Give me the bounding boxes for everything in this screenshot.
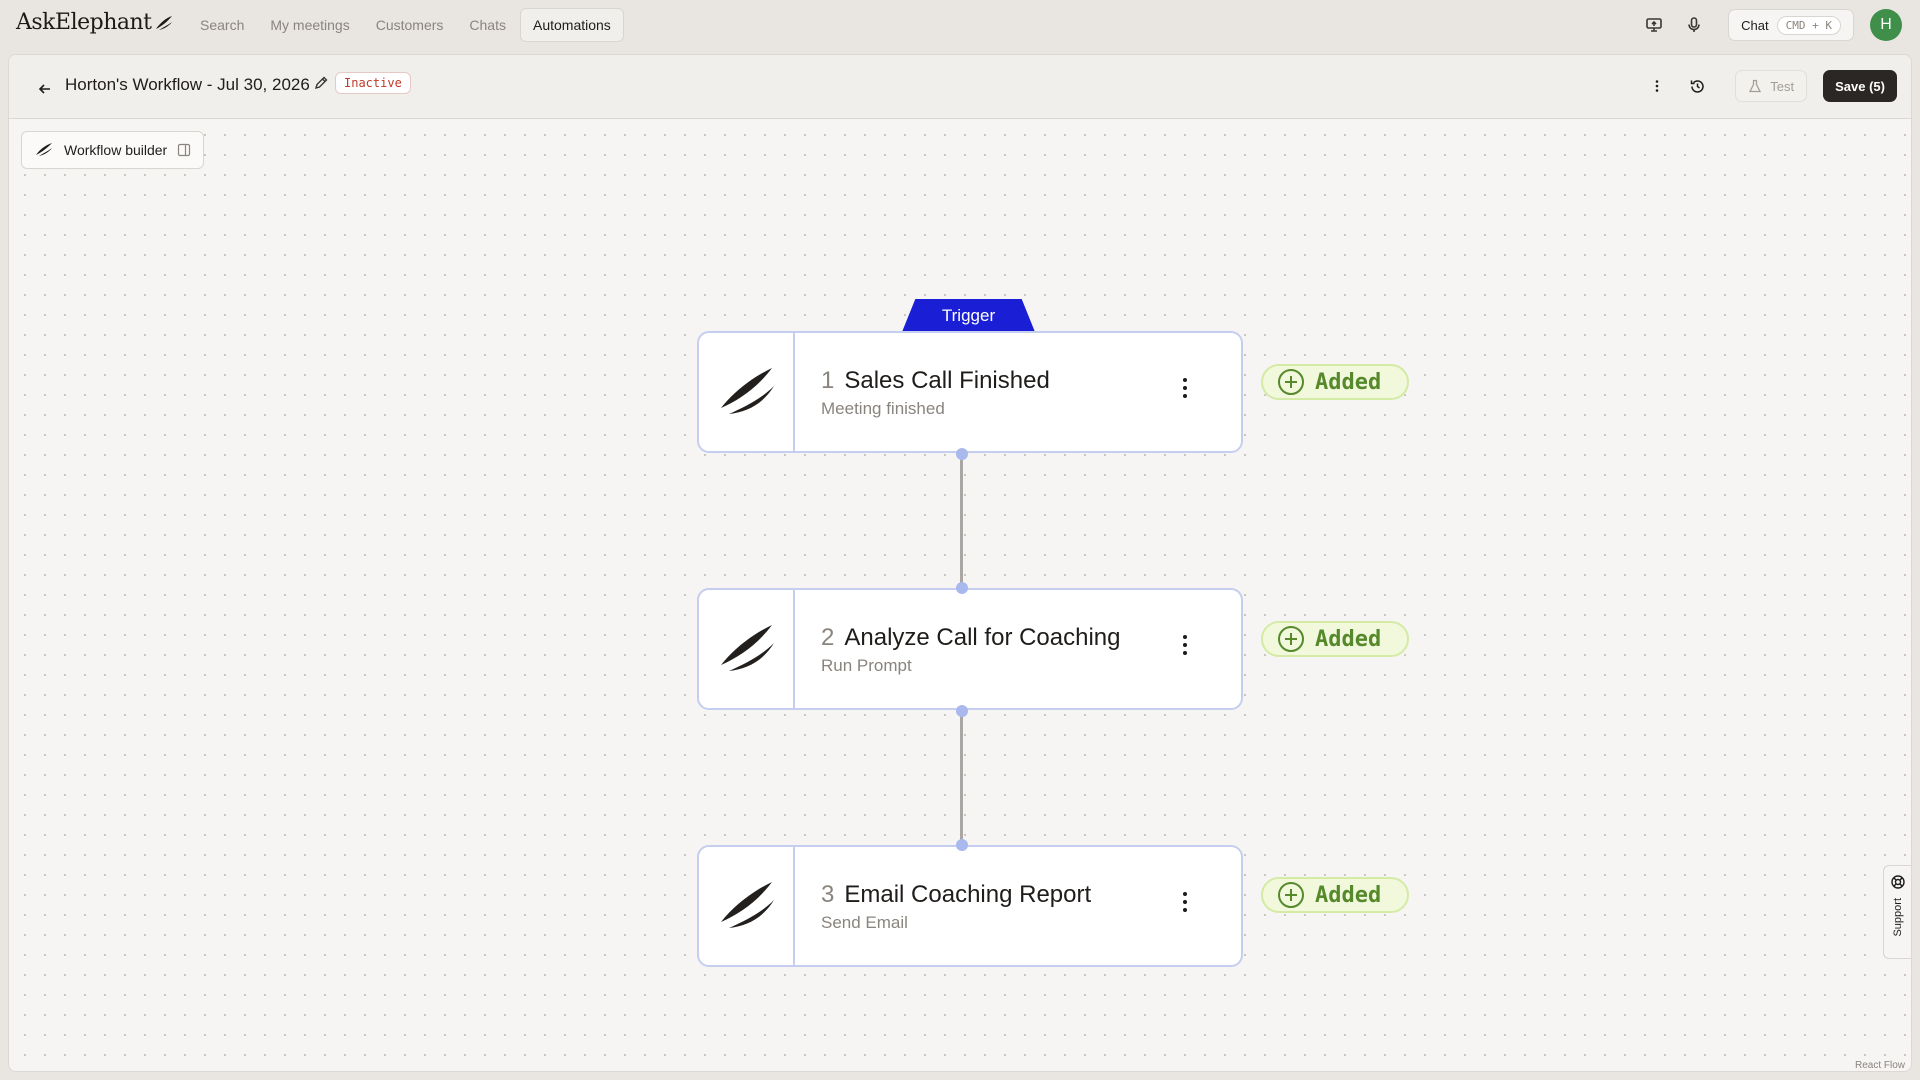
edge-2-3	[960, 711, 963, 844]
more-vertical-icon[interactable]	[1641, 70, 1673, 102]
node-2-title-text: Analyze Call for Coaching	[844, 624, 1121, 651]
nav-my-meetings[interactable]: My meetings	[258, 8, 361, 42]
node-3-more-icon[interactable]	[1173, 887, 1197, 917]
user-avatar[interactable]: H	[1870, 9, 1902, 41]
node-3-input-handle[interactable]	[955, 839, 968, 851]
node-1-title-text: Sales Call Finished	[844, 367, 1050, 394]
plus-circle-icon	[1278, 626, 1304, 652]
node-1-body: 1 Sales Call Finished Meeting finished	[795, 333, 1241, 451]
edit-pencil-icon[interactable]	[313, 75, 329, 96]
workflow-node-2[interactable]: 2 Analyze Call for Coaching Run Prompt	[697, 588, 1243, 710]
node-2-more-icon[interactable]	[1173, 630, 1197, 660]
workflow-node-1[interactable]: 1 Sales Call Finished Meeting finished	[697, 331, 1243, 453]
top-navigation: AskElephant Search My meetings Customers…	[0, 0, 1920, 50]
chat-button[interactable]: Chat CMD + K	[1728, 9, 1854, 41]
chat-shortcut: CMD + K	[1776, 15, 1841, 35]
workflow-panel: Horton's Workflow - Jul 30, 2026 Inactiv…	[8, 54, 1912, 1072]
node-1-more-icon[interactable]	[1173, 373, 1197, 403]
nav-chats[interactable]: Chats	[457, 8, 518, 42]
plus-circle-icon	[1278, 369, 1304, 395]
workflow-builder-label: Workflow builder	[64, 142, 168, 158]
node-3-added-badge: Added	[1261, 877, 1409, 913]
node-2-number: 2	[821, 624, 835, 651]
nav-automations[interactable]: Automations	[519, 8, 624, 42]
workflow-header: Horton's Workflow - Jul 30, 2026 Inactiv…	[9, 55, 1911, 119]
support-tab[interactable]: Support	[1883, 865, 1911, 959]
elephant-tusk-icon	[36, 143, 52, 156]
elephant-tusk-icon	[721, 882, 774, 928]
node-1-number: 1	[821, 367, 835, 394]
workflow-actions: Test Save (5)	[1641, 70, 1897, 102]
back-arrow-icon[interactable]	[29, 73, 61, 105]
node-2-body: 2 Analyze Call for Coaching Run Prompt	[795, 590, 1241, 708]
node-3-icon	[699, 847, 795, 965]
flask-icon	[1749, 79, 1762, 93]
top-right-actions: Chat CMD + K H	[1638, 0, 1920, 50]
node-2-added-label: Added	[1315, 626, 1382, 652]
workflow-canvas[interactable]: Workflow builder Trigger 1 Sales Call Fin…	[9, 119, 1911, 1071]
save-button[interactable]: Save (5)	[1823, 70, 1897, 102]
trigger-tab: Trigger	[902, 299, 1035, 332]
node-1-added-label: Added	[1315, 369, 1382, 395]
support-lifebuoy-icon	[1890, 875, 1905, 889]
node-3-added-label: Added	[1315, 882, 1382, 908]
react-flow-attribution[interactable]: React Flow	[1855, 1060, 1905, 1071]
test-button[interactable]: Test	[1735, 70, 1808, 102]
nav-search[interactable]: Search	[188, 8, 256, 42]
workflow-node-3[interactable]: 3 Email Coaching Report Send Email	[697, 845, 1243, 967]
node-3-body: 3 Email Coaching Report Send Email	[795, 847, 1241, 965]
workflow-builder-toggle[interactable]: Workflow builder	[21, 131, 205, 169]
sidebar-panel-icon	[178, 143, 191, 157]
node-2-output-handle[interactable]	[955, 705, 968, 717]
elephant-tusk-icon	[721, 368, 774, 414]
node-2-added-badge: Added	[1261, 621, 1409, 657]
nav-customers[interactable]: Customers	[364, 8, 456, 42]
node-1-output-handle[interactable]	[955, 448, 968, 460]
screen-share-icon[interactable]	[1638, 9, 1670, 41]
microphone-icon[interactable]	[1678, 9, 1710, 41]
test-label: Test	[1770, 78, 1795, 94]
app-logo[interactable]: AskElephant	[16, 10, 174, 35]
node-3-number: 3	[821, 881, 835, 908]
node-1-icon	[699, 333, 795, 451]
plus-circle-icon	[1278, 882, 1304, 908]
chat-label: Chat	[1741, 17, 1769, 33]
node-1-added-badge: Added	[1261, 364, 1409, 400]
node-3-title-text: Email Coaching Report	[844, 881, 1092, 908]
node-2-input-handle[interactable]	[955, 582, 968, 594]
support-label: Support	[1891, 898, 1904, 937]
elephant-tusk-icon	[155, 15, 172, 30]
edge-1-2	[960, 454, 963, 589]
node-2-icon	[699, 590, 795, 708]
status-badge: Inactive	[335, 72, 411, 94]
logo-text: AskElephant	[16, 10, 152, 35]
main-nav: Search My meetings Customers Chats Autom…	[188, 8, 624, 42]
history-icon[interactable]	[1681, 70, 1713, 102]
elephant-tusk-icon	[721, 625, 774, 671]
workflow-title[interactable]: Horton's Workflow - Jul 30, 2026	[65, 75, 310, 95]
